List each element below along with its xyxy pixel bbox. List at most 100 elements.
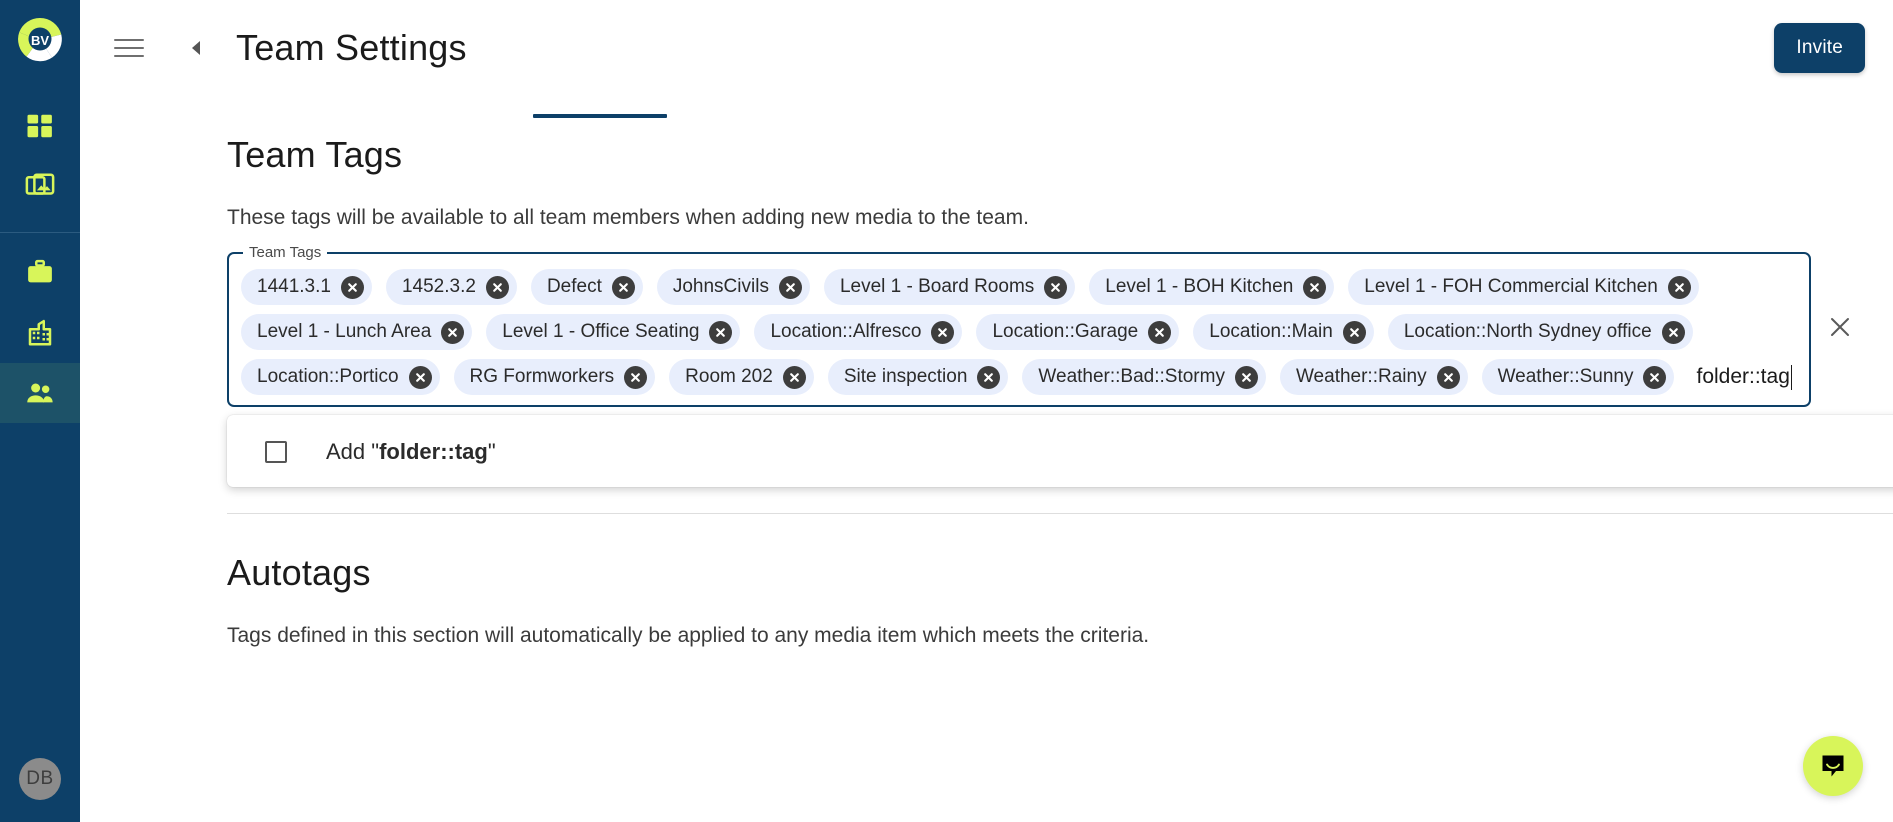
tag-chip[interactable]: Location::North Sydney office bbox=[1387, 314, 1693, 350]
tag-chip-label: Location::Alfresco bbox=[770, 321, 922, 342]
sidebar-item-organisations[interactable] bbox=[0, 303, 80, 363]
tag-chip[interactable]: Level 1 - FOH Commercial Kitchen bbox=[1348, 269, 1699, 305]
tag-chip[interactable]: Location::Main bbox=[1193, 314, 1374, 350]
tag-chip-remove-icon[interactable] bbox=[977, 365, 1001, 389]
grid-icon bbox=[27, 114, 52, 138]
people-icon bbox=[27, 383, 53, 403]
app-root: BV DB Team Settings Invite Team Tags The… bbox=[0, 0, 1893, 822]
tag-chip-remove-icon[interactable] bbox=[611, 275, 635, 299]
tag-chip-remove-icon[interactable] bbox=[340, 275, 364, 299]
suggestion-checkbox[interactable] bbox=[265, 441, 287, 463]
tag-chip-label: Location::North Sydney office bbox=[1403, 321, 1652, 342]
team-tags-description: These tags will be available to all team… bbox=[227, 206, 1029, 229]
team-tags-heading: Team Tags bbox=[227, 134, 403, 175]
tag-chip-remove-icon[interactable] bbox=[1234, 365, 1258, 389]
suggestion-value: folder::tag bbox=[379, 439, 488, 464]
tag-chip-label: Level 1 - Office Seating bbox=[502, 321, 700, 342]
page-title: Team Settings bbox=[236, 27, 467, 68]
tag-chip-label: 1441.3.1 bbox=[257, 276, 331, 297]
tag-chip-remove-icon[interactable] bbox=[1044, 275, 1068, 299]
tag-chip[interactable]: JohnsCivils bbox=[656, 269, 810, 305]
tag-chip[interactable]: RG Formworkers bbox=[453, 359, 656, 395]
app-logo[interactable]: BV bbox=[14, 14, 66, 66]
tag-chip-remove-icon[interactable] bbox=[1148, 320, 1172, 344]
tag-chip-label: Level 1 - Board Rooms bbox=[839, 276, 1035, 297]
main-area: Team Settings Invite Team Tags These tag… bbox=[80, 0, 1893, 822]
tag-chip-label: 1452.3.2 bbox=[401, 276, 476, 297]
briefcase-icon bbox=[28, 259, 52, 283]
tag-chip-remove-icon[interactable] bbox=[1667, 275, 1691, 299]
tag-chip[interactable]: Level 1 - Office Seating bbox=[486, 314, 741, 350]
sidebar-item-projects[interactable] bbox=[0, 243, 80, 303]
tag-chip-label: Level 1 - BOH Kitchen bbox=[1105, 276, 1294, 297]
tag-chip[interactable]: Site inspection bbox=[827, 359, 1009, 395]
tag-chip[interactable]: 1441.3.1 bbox=[241, 269, 372, 305]
tag-chip[interactable]: Level 1 - Lunch Area bbox=[241, 314, 473, 350]
hamburger-icon[interactable] bbox=[112, 31, 146, 65]
suggestion-label: Add "folder::tag" bbox=[326, 439, 496, 465]
sidebar-item-dashboard[interactable] bbox=[0, 96, 80, 156]
tag-chip[interactable]: 1452.3.2 bbox=[385, 269, 517, 305]
tag-chip-remove-icon[interactable] bbox=[931, 320, 955, 344]
chat-bubble-icon bbox=[1822, 755, 1844, 777]
team-tags-field-row: Team Tags 1441.3.1 1452.3.2 Defect JohnsCiv… bbox=[227, 244, 1861, 407]
building-icon bbox=[28, 319, 52, 346]
caret-left-icon bbox=[192, 41, 200, 55]
tag-chip-label: Defect bbox=[546, 276, 602, 297]
sidebar: BV DB bbox=[0, 0, 80, 822]
photo-library-icon bbox=[25, 173, 55, 195]
invite-button[interactable]: Invite bbox=[1774, 23, 1865, 73]
tag-chip[interactable]: Room 202 bbox=[669, 359, 814, 395]
suggestion-suffix: " bbox=[487, 439, 496, 464]
close-icon bbox=[1831, 318, 1849, 336]
avatar[interactable]: DB bbox=[19, 758, 61, 800]
tag-chip-remove-icon[interactable] bbox=[1436, 365, 1460, 389]
active-tab-indicator bbox=[533, 114, 667, 118]
tag-chip-remove-icon[interactable] bbox=[709, 320, 733, 344]
tag-chip-remove-icon[interactable] bbox=[408, 365, 432, 389]
tag-chip-label: Level 1 - FOH Commercial Kitchen bbox=[1364, 276, 1658, 297]
tag-chip[interactable]: Weather::Sunny bbox=[1481, 359, 1675, 395]
tag-chip[interactable]: Location::Portico bbox=[241, 359, 440, 395]
tag-chip-remove-icon[interactable] bbox=[782, 365, 806, 389]
autotags-heading: Autotags bbox=[227, 552, 371, 593]
sidebar-nav-primary bbox=[0, 96, 80, 216]
autotags-description: Tags defined in this section will automa… bbox=[227, 624, 1150, 647]
tag-chip[interactable]: Weather::Bad::Stormy bbox=[1022, 359, 1266, 395]
hamburger-bar bbox=[114, 39, 144, 41]
tag-chip-remove-icon[interactable] bbox=[1342, 320, 1366, 344]
tag-text-input[interactable]: folder::tag bbox=[1688, 359, 1793, 395]
tag-chip[interactable]: Location::Garage bbox=[976, 314, 1180, 350]
chat-launcher-button[interactable] bbox=[1803, 736, 1863, 796]
back-button[interactable] bbox=[184, 36, 208, 60]
tag-chip-remove-icon[interactable] bbox=[624, 365, 648, 389]
tag-chip-remove-icon[interactable] bbox=[1303, 275, 1327, 299]
tag-chip-label: JohnsCivils bbox=[672, 276, 769, 297]
tag-chip[interactable]: Location::Alfresco bbox=[754, 314, 963, 350]
tag-chip-label: Location::Main bbox=[1209, 321, 1333, 342]
sidebar-item-team[interactable] bbox=[0, 363, 80, 423]
avatar-initials: DB bbox=[26, 768, 54, 789]
tag-chip-list: 1441.3.1 1452.3.2 Defect JohnsCivils Level 1… bbox=[237, 267, 1801, 395]
content-area: Team Tags These tags will be available t… bbox=[80, 134, 1893, 648]
tag-chip-label: Weather::Rainy bbox=[1295, 366, 1427, 387]
clear-tags-button[interactable] bbox=[1819, 306, 1861, 348]
tag-chip-remove-icon[interactable] bbox=[778, 275, 802, 299]
tag-chip[interactable]: Weather::Rainy bbox=[1279, 359, 1468, 395]
top-bar: Team Settings Invite bbox=[80, 0, 1893, 96]
hamburger-bar bbox=[114, 47, 144, 49]
team-tags-legend: Team Tags bbox=[249, 244, 322, 261]
suggestion-add-new-tag[interactable]: Add "folder::tag" bbox=[227, 423, 1893, 481]
tag-chip-remove-icon[interactable] bbox=[1661, 320, 1685, 344]
tag-input-value: folder::tag bbox=[1696, 365, 1790, 388]
tag-chip-remove-icon[interactable] bbox=[485, 275, 509, 299]
sidebar-item-media[interactable] bbox=[0, 156, 80, 216]
team-tags-input-field[interactable]: Team Tags 1441.3.1 1452.3.2 Defect JohnsCiv… bbox=[227, 244, 1811, 407]
tag-chip-remove-icon[interactable] bbox=[1643, 365, 1667, 389]
text-caret bbox=[1790, 364, 1793, 390]
tag-chip-label: RG Formworkers bbox=[469, 366, 615, 387]
tag-chip[interactable]: Defect bbox=[530, 269, 643, 305]
tag-chip[interactable]: Level 1 - BOH Kitchen bbox=[1089, 269, 1335, 305]
tag-chip-remove-icon[interactable] bbox=[441, 320, 465, 344]
tag-chip[interactable]: Level 1 - Board Rooms bbox=[823, 269, 1076, 305]
